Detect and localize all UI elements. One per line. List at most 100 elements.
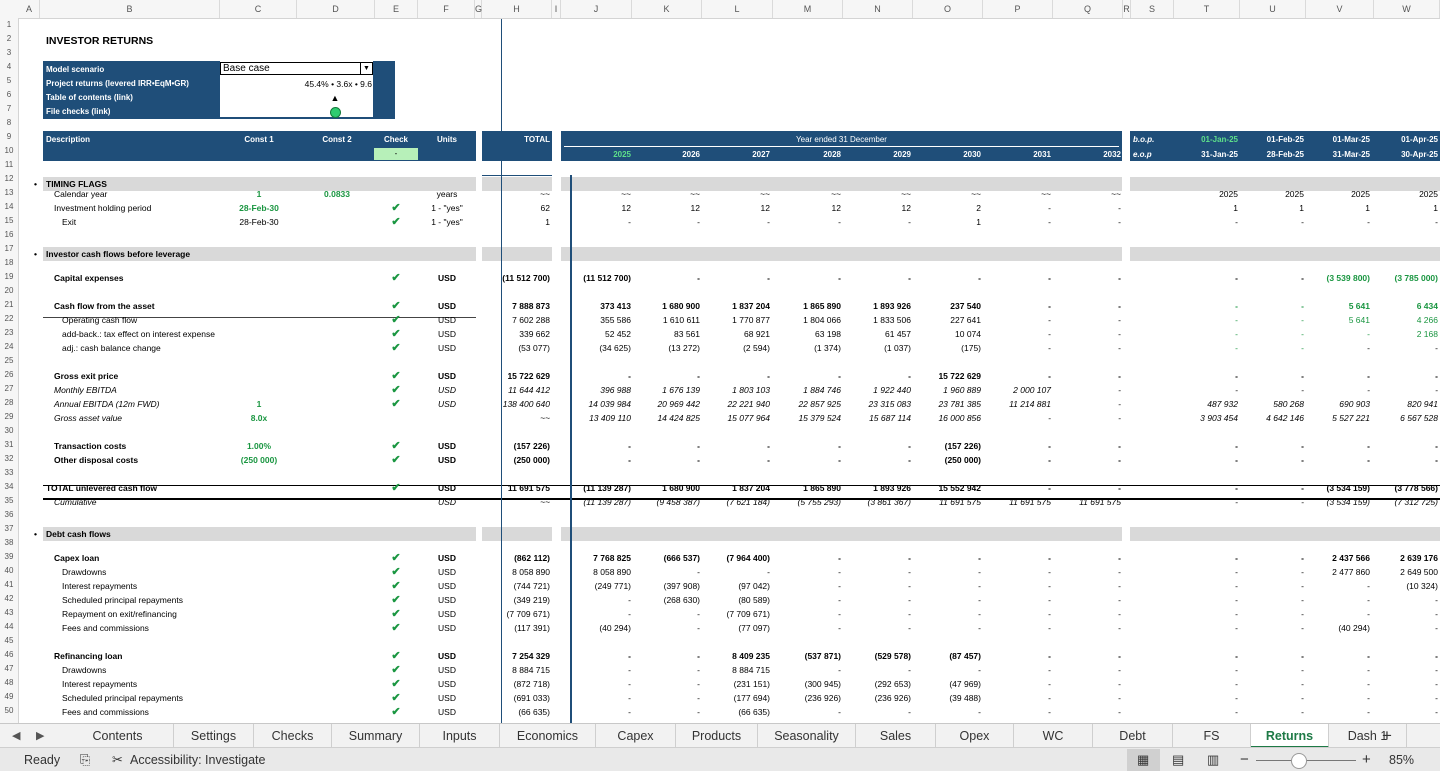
zoom-slider-handle[interactable] — [1291, 753, 1307, 769]
row-header-4[interactable]: 4 — [0, 60, 18, 74]
row-header-21[interactable]: 21 — [0, 298, 18, 312]
row-header-13[interactable]: 13 — [0, 186, 18, 200]
column-header-p[interactable]: P — [983, 0, 1053, 18]
scenario-dropdown[interactable]: Base case ▼ — [220, 62, 373, 75]
row-header-46[interactable]: 46 — [0, 648, 18, 662]
row-header-9[interactable]: 9 — [0, 130, 18, 144]
row-header-27[interactable]: 27 — [0, 382, 18, 396]
column-header-g[interactable]: G — [475, 0, 482, 18]
row-header-29[interactable]: 29 — [0, 410, 18, 424]
row-header-10[interactable]: 10 — [0, 144, 18, 158]
tab-fs[interactable]: FS — [1173, 724, 1251, 748]
column-header-q[interactable]: Q — [1053, 0, 1123, 18]
next-sheet-icon[interactable]: ▶ — [36, 724, 44, 748]
row-header-1[interactable]: 1 — [0, 18, 18, 32]
file-checks-status-icon[interactable] — [330, 107, 341, 118]
row-header-12[interactable]: 12 — [0, 172, 18, 186]
row-header-19[interactable]: 19 — [0, 270, 18, 284]
zoom-in-button[interactable]: + — [1362, 748, 1371, 771]
row-header-20[interactable]: 20 — [0, 284, 18, 298]
row-header-38[interactable]: 38 — [0, 536, 18, 550]
row-header-18[interactable]: 18 — [0, 256, 18, 270]
row-header-2[interactable]: 2 — [0, 32, 18, 46]
toc-link-icon[interactable]: ▲ — [220, 91, 450, 105]
tab-inputs[interactable]: Inputs — [420, 724, 500, 748]
row-header-31[interactable]: 31 — [0, 438, 18, 452]
column-header-f[interactable]: F — [418, 0, 475, 18]
row-header-7[interactable]: 7 — [0, 102, 18, 116]
column-header-u[interactable]: U — [1240, 0, 1306, 18]
column-header-o[interactable]: O — [913, 0, 983, 18]
chevron-down-icon[interactable]: ▼ — [360, 63, 372, 74]
row-header-47[interactable]: 47 — [0, 662, 18, 676]
row-header-14[interactable]: 14 — [0, 200, 18, 214]
row-header-33[interactable]: 33 — [0, 466, 18, 480]
tab-settings[interactable]: Settings — [174, 724, 254, 748]
macro-icon[interactable]: ⎘ — [80, 748, 90, 771]
tab-seasonality[interactable]: Seasonality — [758, 724, 856, 748]
row-header-22[interactable]: 22 — [0, 312, 18, 326]
tab-sales[interactable]: Sales — [856, 724, 936, 748]
tab-summary[interactable]: Summary — [332, 724, 420, 748]
row-header-11[interactable]: 11 — [0, 158, 18, 172]
column-header-e[interactable]: E — [375, 0, 418, 18]
column-header-l[interactable]: L — [702, 0, 773, 18]
row-header-37[interactable]: 37 — [0, 522, 18, 536]
row-header-49[interactable]: 49 — [0, 690, 18, 704]
row-header-25[interactable]: 25 — [0, 354, 18, 368]
row-header-3[interactable]: 3 — [0, 46, 18, 60]
row-header-8[interactable]: 8 — [0, 116, 18, 130]
tab-dash-1[interactable]: Dash 1 — [1329, 724, 1407, 748]
row-header-15[interactable]: 15 — [0, 214, 18, 228]
tab-economics[interactable]: Economics — [500, 724, 596, 748]
tab-checks[interactable]: Checks — [254, 724, 332, 748]
row-header-41[interactable]: 41 — [0, 578, 18, 592]
accessibility-icon[interactable]: ✂ — [112, 748, 123, 771]
row-header-26[interactable]: 26 — [0, 368, 18, 382]
row-header-40[interactable]: 40 — [0, 564, 18, 578]
column-header-w[interactable]: W — [1374, 0, 1440, 18]
row-header-17[interactable]: 17 — [0, 242, 18, 256]
row-header-50[interactable]: 50 — [0, 704, 18, 718]
row-header-36[interactable]: 36 — [0, 508, 18, 522]
column-header-h[interactable]: H — [482, 0, 552, 18]
row-header-39[interactable]: 39 — [0, 550, 18, 564]
row-header-43[interactable]: 43 — [0, 606, 18, 620]
row-header-16[interactable]: 16 — [0, 228, 18, 242]
prev-sheet-icon[interactable]: ◀ — [12, 724, 20, 748]
column-header-b[interactable]: B — [40, 0, 220, 18]
row-header-30[interactable]: 30 — [0, 424, 18, 438]
row-header-5[interactable]: 5 — [0, 74, 18, 88]
row-header-45[interactable]: 45 — [0, 634, 18, 648]
add-sheet-button[interactable]: + — [1382, 724, 1392, 748]
accessibility-status[interactable]: Accessibility: Investigate — [130, 748, 265, 771]
column-header-j[interactable]: J — [561, 0, 632, 18]
column-header-v[interactable]: V — [1306, 0, 1374, 18]
column-header-n[interactable]: N — [843, 0, 913, 18]
column-header-t[interactable]: T — [1174, 0, 1240, 18]
tab-debt[interactable]: Debt — [1093, 724, 1173, 748]
row-header-42[interactable]: 42 — [0, 592, 18, 606]
tab-capex[interactable]: Capex — [596, 724, 676, 748]
tab-opex[interactable]: Opex — [936, 724, 1014, 748]
row-header-23[interactable]: 23 — [0, 326, 18, 340]
column-header-d[interactable]: D — [297, 0, 375, 18]
tab-products[interactable]: Products — [676, 724, 758, 748]
row-header-6[interactable]: 6 — [0, 88, 18, 102]
zoom-out-button[interactable]: − — [1240, 748, 1249, 771]
row-header-48[interactable]: 48 — [0, 676, 18, 690]
row-header-24[interactable]: 24 — [0, 340, 18, 354]
column-header-k[interactable]: K — [632, 0, 702, 18]
row-header-35[interactable]: 35 — [0, 494, 18, 508]
column-header-m[interactable]: M — [773, 0, 843, 18]
normal-view-icon[interactable]: ▦ — [1137, 748, 1149, 771]
page-layout-icon[interactable]: ▤ — [1172, 748, 1184, 771]
column-header-s[interactable]: S — [1131, 0, 1174, 18]
column-header-c[interactable]: C — [220, 0, 297, 18]
column-header-i[interactable]: I — [552, 0, 561, 18]
tab-contents[interactable]: Contents — [62, 724, 174, 748]
row-header-32[interactable]: 32 — [0, 452, 18, 466]
row-header-28[interactable]: 28 — [0, 396, 18, 410]
tab-returns[interactable]: Returns — [1251, 724, 1329, 748]
tab-wc[interactable]: WC — [1014, 724, 1093, 748]
